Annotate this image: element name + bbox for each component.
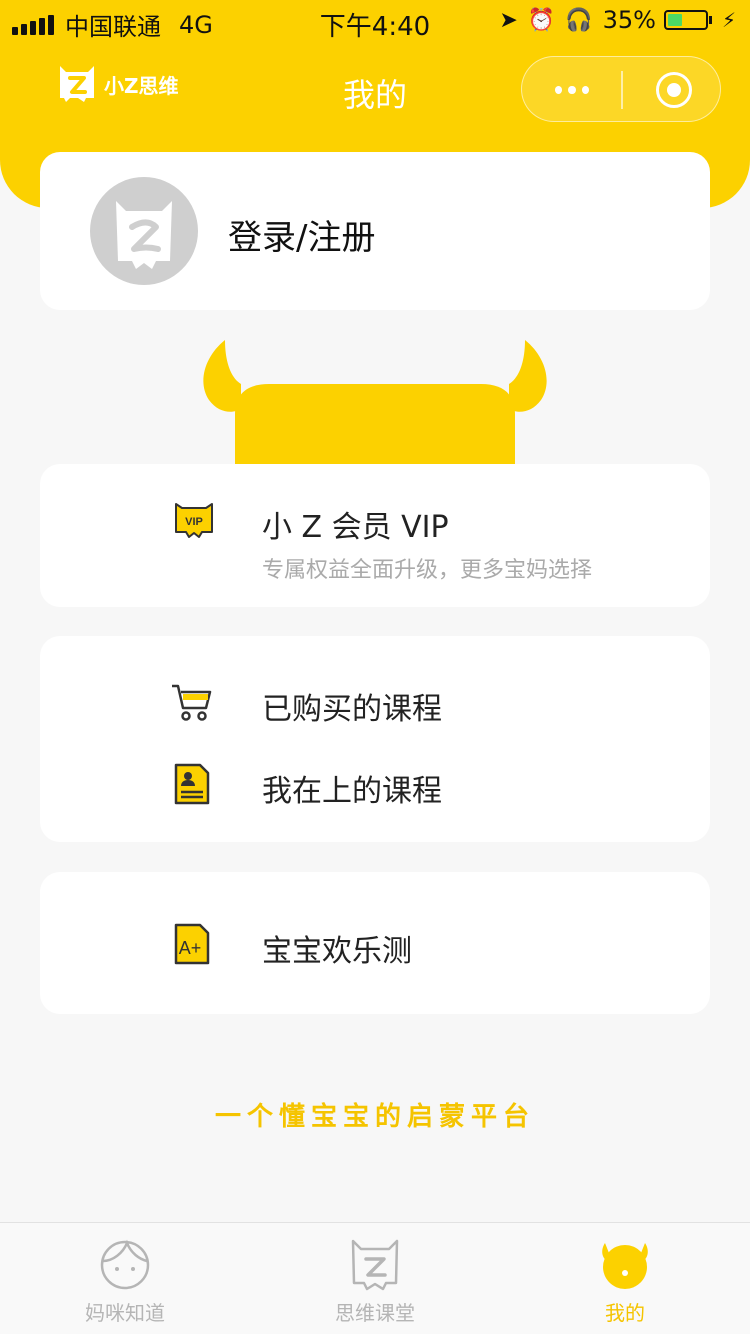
slogan: 一个懂宝宝的启蒙平台 [214, 1102, 535, 1132]
svg-text:VIP: VIP [185, 516, 203, 528]
current-courses-item[interactable]: 我在上的课程 [40, 752, 710, 812]
vip-title: 小 Z 会员 VIP [262, 510, 449, 545]
tab-label: 思维课堂 [335, 1301, 415, 1325]
headphones-icon: 🎧 [565, 7, 593, 33]
login-register-link[interactable]: 登录/注册 [228, 210, 375, 259]
z-logo-icon [351, 1239, 399, 1291]
tab-bar: 妈咪知道 思维课堂 我的 [0, 1222, 750, 1334]
mascot-head-illustration [203, 340, 547, 464]
vip-subtitle: 专属权益全面升级，更多宝妈选择 [262, 558, 593, 583]
location-arrow-icon: ➤ [499, 7, 518, 33]
a-plus-icon: A+ [174, 923, 210, 965]
battery-icon [663, 10, 708, 30]
cart-icon [172, 684, 212, 721]
current-courses-label: 我在上的课程 [262, 774, 442, 809]
status-bar: 中国联通 4G 下午4:40 ➤ ⏰ 🎧 35% ⚡ [0, 0, 750, 42]
tab-mom-knows[interactable]: 妈咪知道 [0, 1223, 250, 1334]
vip-badge-icon: VIP [175, 503, 213, 538]
alarm-icon: ⏰ [527, 7, 556, 33]
baby-test-item[interactable]: A+ 宝宝欢乐测 [40, 912, 710, 972]
charging-icon: ⚡ [721, 8, 736, 32]
document-icon [174, 763, 210, 805]
capsule-divider [621, 71, 623, 109]
tab-mine[interactable]: 我的 [500, 1223, 750, 1334]
svg-text:A+: A+ [179, 938, 202, 958]
mom-face-icon [100, 1239, 150, 1290]
tab-label: 我的 [605, 1301, 645, 1325]
avatar-mascot-icon [116, 201, 172, 269]
tab-thinking-class[interactable]: 思维课堂 [250, 1223, 500, 1334]
avatar[interactable] [90, 177, 198, 285]
tab-label: 妈咪知道 [85, 1301, 165, 1325]
login-card[interactable]: 登录/注册 [40, 152, 710, 310]
courses-card: 已购买的课程 我在上的课程 [40, 636, 710, 842]
more-dots-icon[interactable] [552, 75, 592, 105]
vip-membership-card[interactable]: VIP 小 Z 会员 VIP 专属权益全面升级，更多宝妈选择 [40, 464, 710, 607]
purchased-courses-label: 已购买的课程 [262, 692, 442, 727]
baby-test-label: 宝宝欢乐测 [262, 934, 412, 969]
baby-test-card[interactable]: A+ 宝宝欢乐测 [40, 872, 710, 1014]
purchased-courses-item[interactable]: 已购买的课程 [40, 670, 710, 730]
miniprogram-capsule [521, 56, 721, 122]
battery-percent: 35% [602, 6, 656, 34]
mascot-icon [602, 1243, 648, 1289]
close-target-icon[interactable] [656, 72, 692, 108]
